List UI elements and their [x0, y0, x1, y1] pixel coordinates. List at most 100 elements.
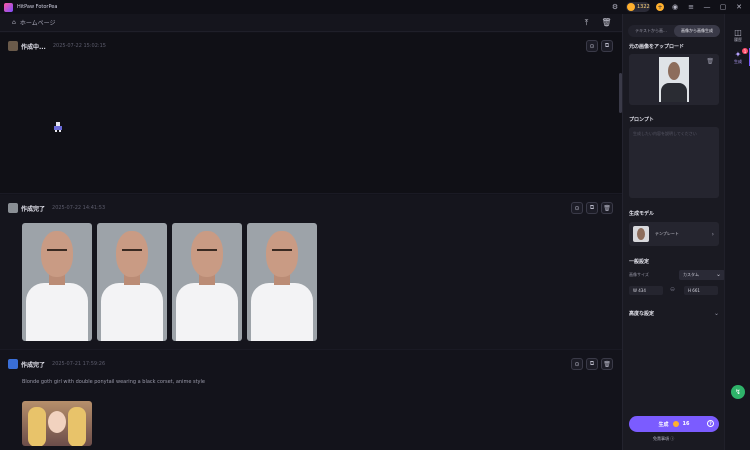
prompt-input[interactable]: 生成したい内容を説明してください	[629, 127, 719, 198]
notification-badge: 1	[742, 48, 748, 54]
settings-panel: テキストから画... 画像から画像生成 元の画像をアップロード 🗑 プロンプト …	[622, 14, 725, 450]
result-image[interactable]	[22, 223, 92, 341]
general-settings-label: 一般設定	[629, 259, 650, 265]
generate-button[interactable]: 生成 16 ?	[629, 416, 719, 432]
coin-icon	[627, 3, 635, 11]
feed-item-date: 2025-07-22 14:41:53	[52, 205, 106, 211]
uploaded-image	[659, 57, 689, 102]
feed-item-tools: ⊙ ⧉	[586, 40, 613, 52]
maximize-icon[interactable]: ▢	[718, 2, 728, 12]
rail-history-label: 履歴	[734, 37, 742, 42]
height-field[interactable]: H 661	[684, 286, 718, 295]
chevron-down-icon: ⌄	[713, 310, 719, 317]
upload-label: 元の画像をアップロード	[629, 44, 685, 50]
assistant-button[interactable]: ↯	[731, 385, 745, 399]
disclaimer-link[interactable]: 免責事項 ⓘ	[653, 436, 674, 442]
upload-area[interactable]: 🗑	[629, 54, 719, 105]
result-images	[22, 223, 317, 341]
title-bar: HitPaw FotorPea ⚙ 1322 + ◉ ≡ — ▢ ✕	[0, 0, 750, 14]
home-label: ホームページ	[19, 20, 56, 27]
disclaimer-label: 免責事項	[653, 436, 669, 441]
coin-count: 1322	[637, 4, 650, 10]
feed-item-date: 2025-07-22 15:02:15	[52, 43, 106, 49]
breadcrumb-bar: ⌂ ホームページ ⤒ 🗑	[0, 14, 622, 32]
feed-item-status: 作成完了	[21, 205, 46, 213]
copy-icon[interactable]: ⧉	[586, 202, 598, 214]
feed-item-header: 作成中... 2025-07-22 15:02:15	[8, 41, 106, 51]
model-label: 生成モデル	[629, 211, 655, 217]
rail-generate[interactable]: ✦ 生成 1	[725, 48, 750, 65]
result-image[interactable]	[172, 223, 242, 341]
advanced-settings-label: 高度な設定	[629, 311, 655, 317]
rail-history[interactable]: ◫ 履歴	[725, 28, 750, 43]
download-icon[interactable]: ⊙	[571, 202, 583, 214]
history-icon: ◫	[734, 28, 742, 37]
feed-item: 作成完了 2025-07-21 17:59:26 ⊙ ⧉ 🗑 Blonde go…	[0, 351, 622, 450]
result-image[interactable]	[247, 223, 317, 341]
coin-balance[interactable]: 1322	[626, 2, 650, 12]
size-value: カスタム	[683, 272, 699, 277]
prompt-placeholder: 生成したい内容を説明してください	[633, 131, 697, 136]
feed-item: 作成完了 2025-07-22 14:41:53 ⊙ ⧉ 🗑	[0, 195, 622, 350]
settings-icon[interactable]: ⚙	[610, 2, 620, 12]
feed-item-prompt: Blonde goth girl with double ponytail we…	[22, 379, 205, 385]
user-icon[interactable]: ◉	[670, 2, 680, 12]
width-field[interactable]: W 434	[629, 286, 663, 295]
info-icon: ⓘ	[670, 436, 675, 441]
generation-feed[interactable]: 作成中... 2025-07-22 15:02:15 ⊙ ⧉ 作成完了 2025…	[0, 33, 622, 450]
trash-icon[interactable]: 🗑	[601, 17, 612, 28]
prompt-label: プロンプト	[629, 117, 654, 123]
feed-item-date: 2025-07-21 17:59:26	[52, 361, 106, 367]
feed-item-tools: ⊙ ⧉ 🗑	[571, 358, 613, 370]
loading-icon	[54, 122, 62, 132]
minimize-icon[interactable]: —	[702, 2, 712, 12]
mode-tabs: テキストから画... 画像から画像生成	[628, 25, 720, 37]
size-label: 画像サイズ	[629, 272, 649, 277]
feed-item-status: 作成中...	[21, 43, 46, 51]
feed-item-status: 作成完了	[21, 361, 46, 369]
advanced-settings-toggle[interactable]: 高度な設定 ⌄	[629, 310, 719, 317]
thumbnail	[8, 203, 18, 213]
tab-image-to-image[interactable]: 画像から画像生成	[674, 25, 720, 37]
info-icon[interactable]: ?	[707, 420, 714, 427]
download-icon[interactable]: ⊙	[571, 358, 583, 370]
sparkle-icon: ✦	[734, 50, 742, 59]
dimension-row: W 434 ⊖ H 661	[629, 286, 719, 295]
trash-icon[interactable]: 🗑	[601, 358, 613, 370]
copy-icon[interactable]: ⧉	[586, 358, 598, 370]
generate-cost: 16	[682, 421, 690, 427]
app-title: HitPaw FotorPea	[17, 4, 58, 10]
model-selector[interactable]: テンプレート ›	[629, 222, 719, 246]
tab-text-to-image[interactable]: テキストから画...	[628, 25, 674, 37]
feed-item-tools: ⊙ ⧉ 🗑	[571, 202, 613, 214]
upload-top-icon[interactable]: ⤒	[581, 17, 592, 28]
size-select[interactable]: カスタム ⌄	[679, 270, 725, 280]
lock-icon[interactable]: ⊖	[670, 286, 675, 293]
feed-item: 作成中... 2025-07-22 15:02:15 ⊙ ⧉	[0, 33, 622, 194]
menu-icon[interactable]: ≡	[686, 2, 696, 12]
feed-actions: ⤒ 🗑	[581, 17, 612, 28]
model-name: テンプレート	[655, 231, 679, 236]
feed-item-header: 作成完了 2025-07-21 17:59:26	[8, 359, 105, 369]
plus-icon[interactable]: +	[656, 3, 664, 11]
model-thumbnail	[633, 226, 649, 242]
result-image[interactable]	[22, 401, 92, 446]
coin-icon	[672, 421, 679, 427]
result-image[interactable]	[97, 223, 167, 341]
close-icon[interactable]: ✕	[734, 2, 744, 12]
home-icon: ⌂	[12, 19, 16, 26]
chevron-right-icon: ›	[711, 230, 714, 238]
download-icon[interactable]: ⊙	[586, 40, 598, 52]
logo-icon	[4, 2, 13, 12]
size-row: 画像サイズ カスタム ⌄	[629, 270, 725, 280]
generate-label: 生成	[658, 421, 669, 428]
feed-item-header: 作成完了 2025-07-22 14:41:53	[8, 203, 105, 213]
copy-icon[interactable]: ⧉	[601, 40, 613, 52]
trash-icon[interactable]: 🗑	[601, 202, 613, 214]
rail-generate-label: 生成	[734, 59, 742, 64]
thumbnail	[8, 41, 18, 51]
thumbnail	[8, 359, 18, 369]
chevron-down-icon: ⌄	[715, 271, 721, 278]
home-link[interactable]: ⌂ ホームページ	[12, 18, 56, 27]
trash-icon[interactable]: 🗑	[706, 58, 714, 65]
